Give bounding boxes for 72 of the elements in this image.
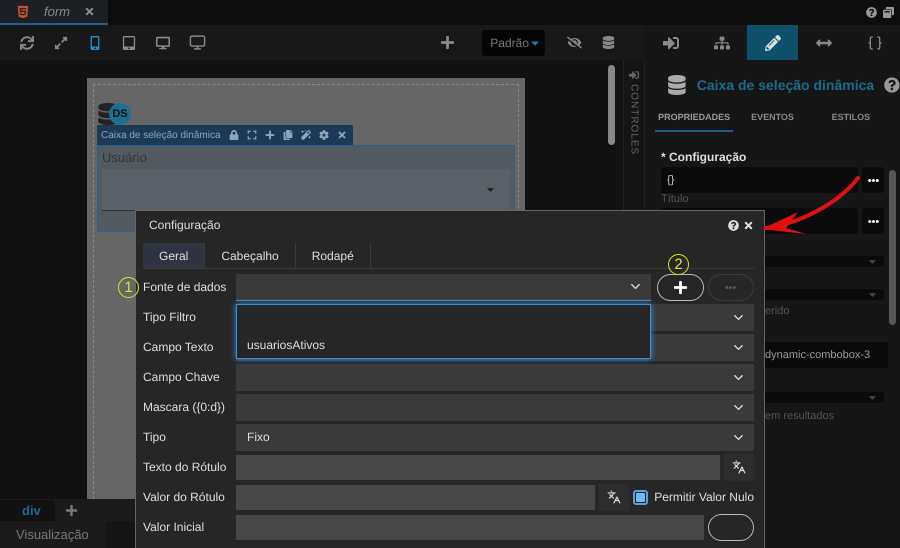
text-field[interactable] xyxy=(236,454,720,480)
help-icon[interactable] xyxy=(866,7,877,18)
scrollbar[interactable] xyxy=(608,65,615,145)
field-label: Valor do Rótulo xyxy=(143,490,226,504)
select-field[interactable]: Fixo xyxy=(236,424,754,450)
translate-icon xyxy=(607,490,622,504)
config-field[interactable]: {} xyxy=(661,167,858,193)
field-label: Tipo xyxy=(143,430,167,444)
editor-tab[interactable]: form xyxy=(0,0,108,25)
field-label: erido xyxy=(765,304,790,318)
translate-icon xyxy=(732,460,746,474)
translate-button[interactable] xyxy=(599,484,630,510)
edit-tab[interactable] xyxy=(747,25,798,60)
select-field[interactable] xyxy=(236,394,754,420)
settings-icon[interactable] xyxy=(318,130,329,140)
step-marker: 2 xyxy=(668,254,689,275)
combobox-icon xyxy=(667,75,687,95)
text-field[interactable] xyxy=(236,484,596,510)
more-button[interactable] xyxy=(862,167,884,193)
properties-tab[interactable]: EVENTOS xyxy=(733,106,812,132)
add-icon[interactable] xyxy=(64,504,78,516)
field-label: Tipo Filtro xyxy=(143,310,197,324)
dialog-title: Configuração xyxy=(149,218,220,232)
controls-icon xyxy=(662,34,678,50)
help-icon[interactable] xyxy=(884,77,900,93)
text-field[interactable] xyxy=(236,514,704,540)
dialog-tab[interactable]: Rodapé xyxy=(296,243,371,268)
close-icon[interactable] xyxy=(743,220,754,230)
datasource-badge: DS xyxy=(109,103,131,125)
translate-button[interactable] xyxy=(724,454,754,480)
dialog-tab[interactable]: Geral xyxy=(143,243,206,268)
dropdown-option[interactable]: usuariosAtivos xyxy=(247,338,650,352)
copy-icon[interactable] xyxy=(282,130,293,140)
field-label: Campo Chave xyxy=(143,370,221,384)
properties-tab[interactable]: ESTILOS xyxy=(812,106,890,132)
edit-icon xyxy=(764,34,780,50)
select-field[interactable] xyxy=(102,169,510,211)
controls-icon xyxy=(629,70,639,80)
field-label: Mascara ({0:d}) xyxy=(143,400,226,414)
round-button[interactable] xyxy=(708,514,754,540)
field-label: Texto do Rótulo xyxy=(143,460,228,474)
field-label: Campo Texto xyxy=(143,340,214,354)
field-label: Título xyxy=(661,193,690,206)
add-icon[interactable] xyxy=(264,130,275,140)
close-icon[interactable] xyxy=(336,130,347,140)
expand-icon[interactable] xyxy=(246,130,257,140)
field-label: Valor Inicial xyxy=(143,520,206,534)
profile-select[interactable]: Padrão xyxy=(482,30,545,56)
plus-icon xyxy=(672,280,688,294)
text-field[interactable]: dynamic-combobox-3 xyxy=(765,342,888,368)
field-label: * Configuração xyxy=(661,150,748,164)
add-button[interactable] xyxy=(657,274,704,300)
wand-icon[interactable] xyxy=(300,130,311,140)
dialog-tab[interactable]: Cabeçalho xyxy=(205,243,296,268)
help-icon[interactable] xyxy=(728,220,739,230)
step-marker: 1 xyxy=(118,277,139,298)
properties-tab[interactable]: PROPRIEDADES xyxy=(655,106,734,132)
select-field[interactable] xyxy=(236,364,754,390)
windows-icon[interactable] xyxy=(883,7,894,18)
more-button[interactable] xyxy=(862,208,884,234)
html5-icon xyxy=(16,4,30,18)
lock-icon[interactable] xyxy=(228,130,239,140)
component-title: Caixa de seleção dinâmica xyxy=(101,130,221,140)
field-label: em resultados xyxy=(765,409,836,423)
preview-tab[interactable]: Visualização xyxy=(0,521,105,548)
tree-icon xyxy=(714,34,730,50)
panel-title: Caixa de seleção dinâmica xyxy=(696,77,874,93)
close-icon[interactable] xyxy=(84,6,95,17)
code-icon xyxy=(866,34,882,50)
field-label: Fonte de dados xyxy=(143,280,228,294)
scrollbar[interactable] xyxy=(889,170,896,325)
null-checkbox[interactable]: Permitir Valor Nulo xyxy=(633,490,754,504)
